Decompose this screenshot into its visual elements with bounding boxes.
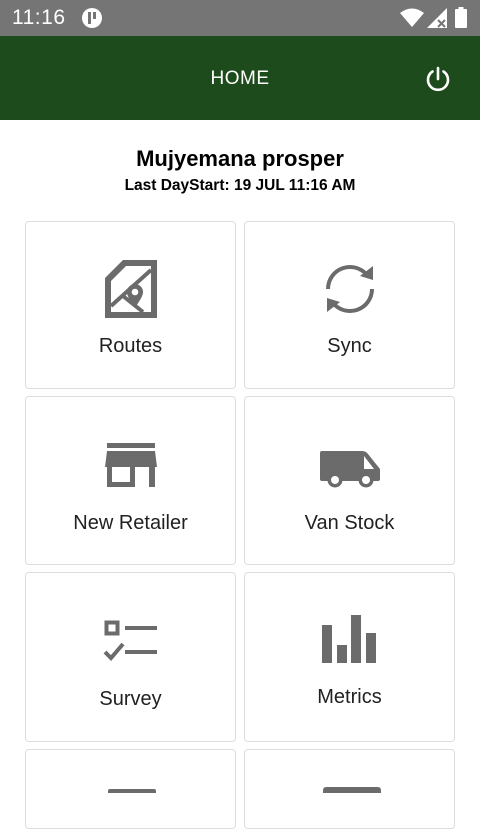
tile-partial-right[interactable]: [244, 749, 455, 829]
logout-button[interactable]: [420, 61, 456, 97]
user-name: Mujyemana prosper: [136, 146, 344, 171]
map-icon: [104, 260, 157, 318]
last-daystart-text: Last DayStart: 19 JUL 11:16 AM: [124, 177, 356, 194]
tile-icon-partial-left: [108, 789, 156, 793]
tile-label-metrics: Metrics: [317, 686, 382, 708]
tile-partial-left[interactable]: [25, 749, 236, 829]
sync-icon: [325, 264, 374, 314]
battery-icon: [455, 7, 467, 28]
tile-label-routes: Routes: [98, 335, 163, 357]
tile-new-retailer[interactable]: New Retailer: [25, 396, 236, 565]
page-title: HOME: [210, 68, 270, 89]
app-bar: HOME: [0, 36, 480, 120]
van-icon: [319, 451, 380, 488]
tile-label-van-stock: Van Stock: [304, 512, 395, 534]
store-icon: [104, 443, 157, 487]
notification-app-icon: [82, 8, 102, 28]
status-bar: 11:16: [0, 0, 480, 36]
tile-metrics[interactable]: Metrics: [244, 572, 455, 742]
tile-label-sync: Sync: [327, 335, 372, 357]
tile-routes[interactable]: Routes: [25, 221, 236, 389]
status-time: 11:16: [12, 6, 66, 29]
checklist-icon: [103, 620, 157, 661]
signal-icon: [427, 8, 447, 28]
tile-label-survey: Survey: [99, 688, 162, 710]
tile-survey[interactable]: Survey: [25, 572, 236, 742]
tile-sync[interactable]: Sync: [244, 221, 455, 389]
tile-van-stock[interactable]: Van Stock: [244, 396, 455, 565]
power-icon: [426, 66, 450, 92]
bar-chart-icon: [321, 615, 376, 663]
tile-label-new-retailer: New Retailer: [73, 512, 188, 534]
tile-icon-partial-right: [323, 787, 381, 793]
wifi-icon: [400, 8, 424, 27]
